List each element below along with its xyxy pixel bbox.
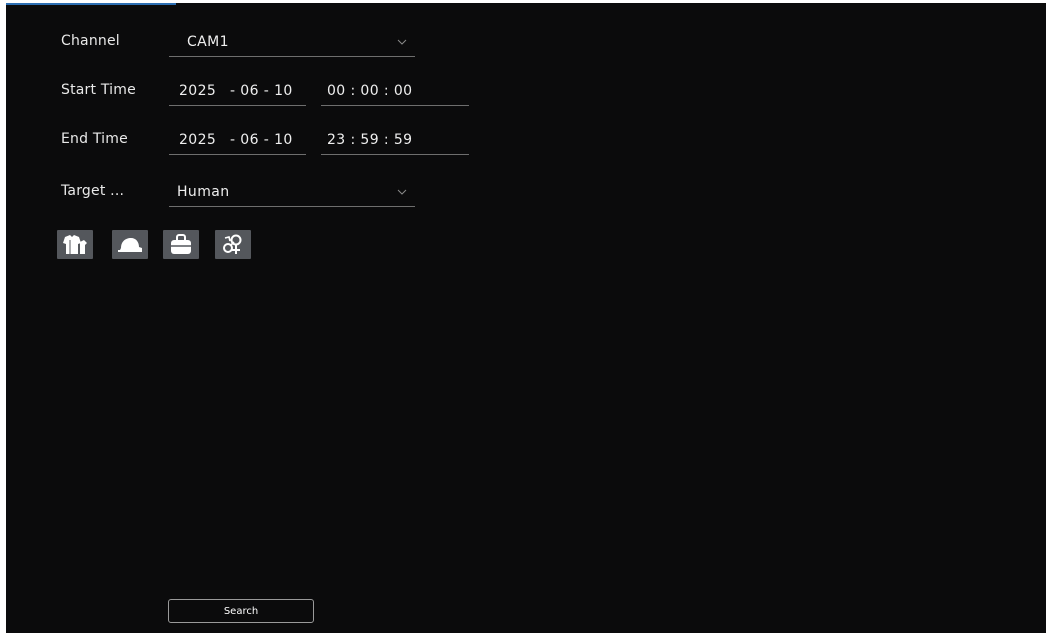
bag-icon bbox=[171, 233, 191, 254]
gender-filter-button[interactable] bbox=[215, 230, 251, 259]
search-button[interactable]: Search bbox=[168, 599, 314, 623]
end-date-year: 2025 bbox=[179, 132, 217, 148]
hat-filter-button[interactable] bbox=[112, 230, 148, 259]
chevron-down-icon bbox=[397, 189, 407, 195]
start-date-month-day: - 06 - 10 bbox=[230, 83, 293, 99]
clothing-filter-button[interactable] bbox=[57, 230, 93, 259]
start-date-year: 2025 bbox=[179, 83, 217, 99]
top-accent-bar bbox=[6, 3, 176, 5]
end-time-value: 23 : 59 : 59 bbox=[327, 132, 413, 148]
target-value: Human bbox=[177, 184, 230, 200]
channel-select[interactable]: CAM1 bbox=[169, 29, 415, 57]
clothing-icon bbox=[63, 234, 87, 254]
end-time-label: End Time bbox=[61, 131, 128, 147]
hat-icon bbox=[118, 237, 142, 252]
search-panel: Channel CAM1 Start Time 2025 - 06 - 10 0… bbox=[6, 3, 1046, 633]
bag-filter-button[interactable] bbox=[163, 230, 199, 259]
gender-icon bbox=[223, 234, 242, 254]
end-date-field[interactable]: 2025 - 06 - 10 bbox=[169, 127, 306, 155]
start-time-value: 00 : 00 : 00 bbox=[327, 83, 413, 99]
start-time-label: Start Time bbox=[61, 82, 136, 98]
start-date-field[interactable]: 2025 - 06 - 10 bbox=[169, 78, 306, 106]
start-time-field[interactable]: 00 : 00 : 00 bbox=[321, 78, 469, 106]
target-select[interactable]: Human bbox=[169, 179, 415, 207]
channel-label: Channel bbox=[61, 33, 120, 49]
chevron-down-icon bbox=[397, 39, 407, 45]
end-time-field[interactable]: 23 : 59 : 59 bbox=[321, 127, 469, 155]
target-label: Target ... bbox=[61, 183, 125, 199]
end-date-month-day: - 06 - 10 bbox=[230, 132, 293, 148]
channel-value: CAM1 bbox=[187, 34, 229, 50]
